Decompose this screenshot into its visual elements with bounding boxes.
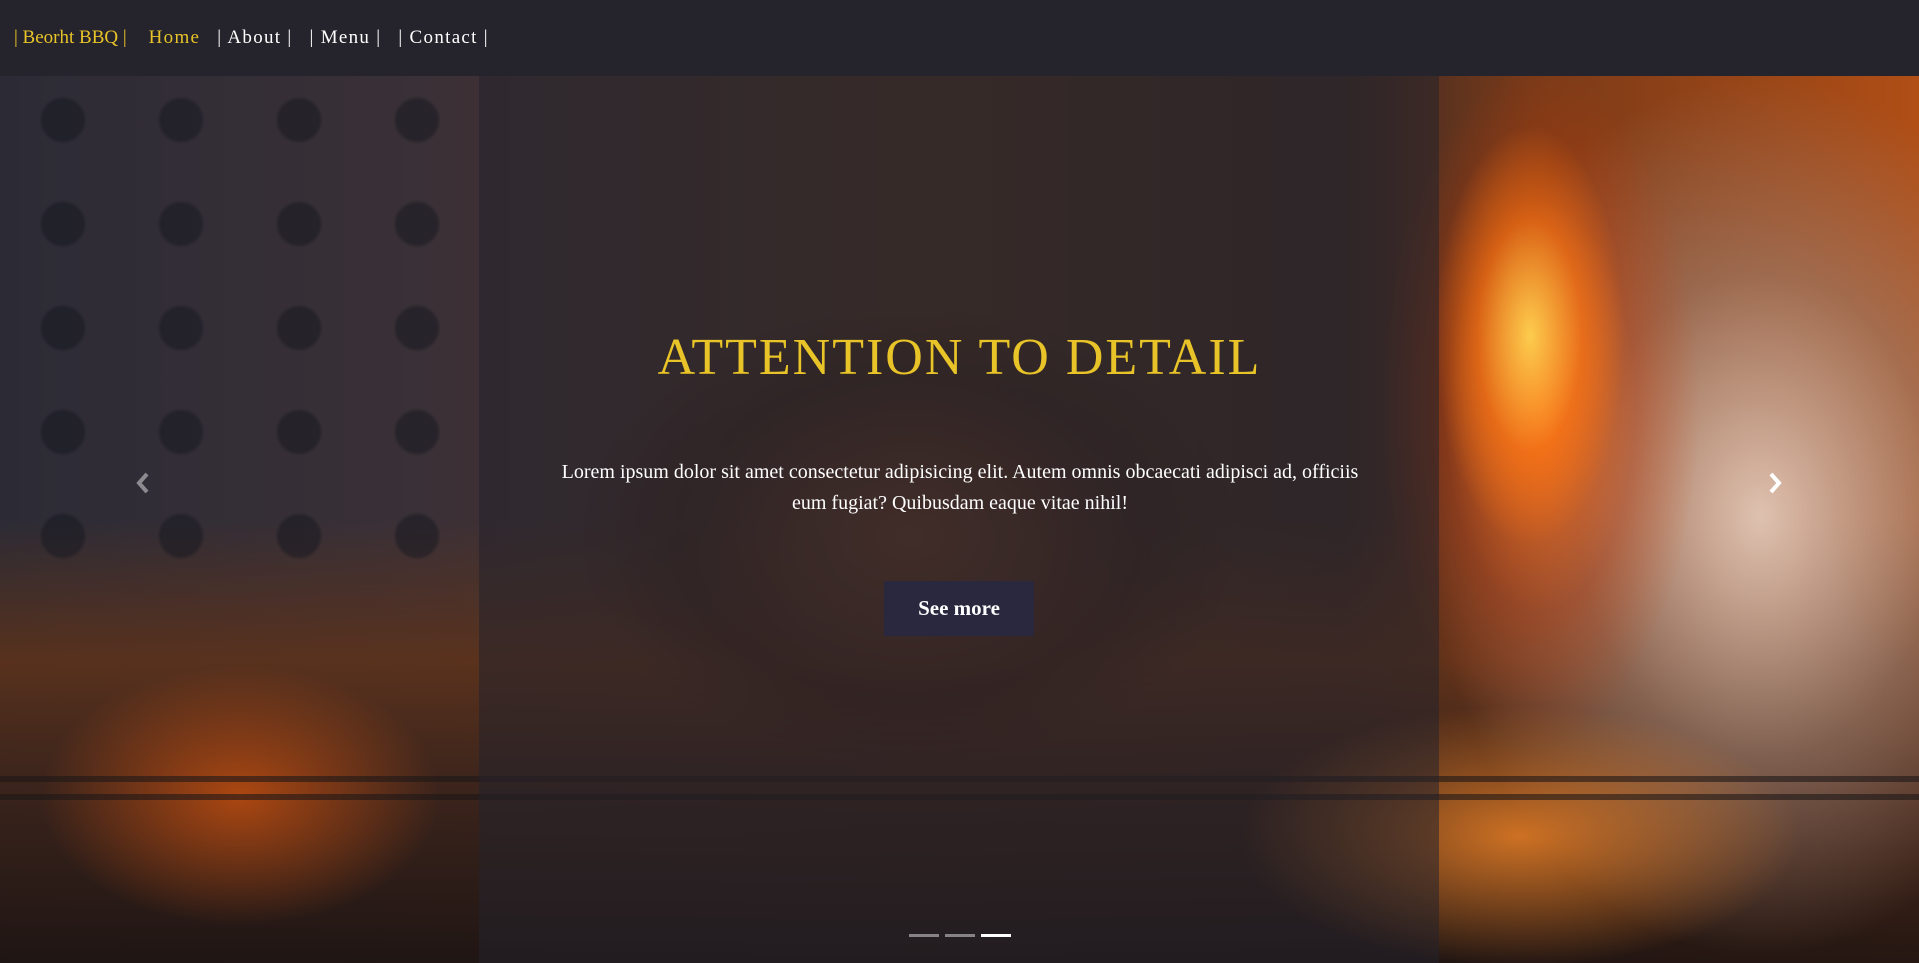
- chevron-left-icon: [136, 472, 149, 494]
- carousel-indicator-2[interactable]: [944, 934, 975, 937]
- nav-link-home[interactable]: Home: [149, 27, 201, 49]
- carousel-indicators: [0, 934, 1919, 937]
- hero-title: ATTENTION TO DETAIL: [657, 329, 1262, 386]
- nav-link-contact[interactable]: | Contact |: [398, 27, 489, 49]
- hero-carousel: ATTENTION TO DETAIL Lorem ipsum dolor si…: [0, 76, 1919, 963]
- nav-links: Home | About | | Menu | | Contact |: [149, 27, 506, 49]
- nav-link-about[interactable]: | About |: [217, 27, 292, 49]
- top-navbar: | Beorht BBQ | Home | About | | Menu | |…: [0, 0, 1919, 76]
- hero-caption-panel: [479, 76, 1439, 963]
- brand-logo[interactable]: | Beorht BBQ |: [14, 27, 127, 49]
- chevron-right-icon: [1769, 472, 1782, 494]
- carousel-indicator-1[interactable]: [908, 934, 939, 937]
- carousel-indicator-3[interactable]: [980, 934, 1011, 937]
- carousel-next-button[interactable]: [1750, 458, 1800, 508]
- see-more-button[interactable]: See more: [884, 581, 1034, 636]
- hero-description: Lorem ipsum dolor sit amet consectetur a…: [561, 461, 1359, 514]
- carousel-prev-button[interactable]: [118, 458, 168, 508]
- nav-link-menu[interactable]: | Menu |: [310, 27, 382, 49]
